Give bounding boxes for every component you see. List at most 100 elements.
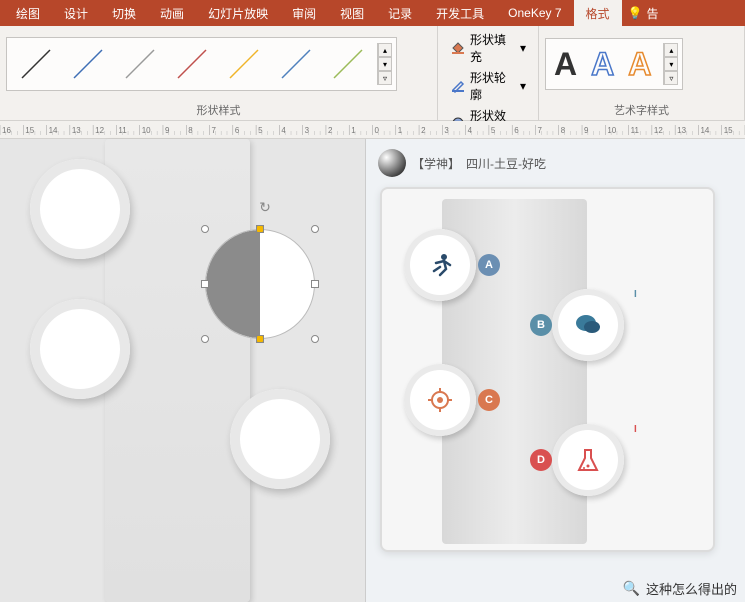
resize-handle-sw[interactable] [201, 335, 209, 343]
magnifier-icon[interactable]: 🔍 [623, 580, 640, 597]
lightbulb-icon: 💡 [628, 6, 643, 20]
svg-text:4: 4 [281, 126, 286, 135]
svg-text:7: 7 [537, 126, 542, 135]
svg-text:13: 13 [72, 126, 81, 135]
svg-text:2: 2 [421, 126, 426, 135]
ref-circle-b [552, 289, 624, 361]
tell-me[interactable]: 💡 告 [622, 5, 665, 22]
svg-text:5: 5 [258, 126, 263, 135]
wordart-style-2[interactable]: A [587, 44, 618, 85]
user-name: 四川-土豆-好吃 [466, 155, 546, 172]
chevron-down-icon: ▾ [520, 79, 526, 93]
gallery-down-icon[interactable]: ▾ [378, 57, 392, 71]
svg-text:6: 6 [514, 126, 519, 135]
gallery-more-icon[interactable]: ▿ [664, 71, 678, 85]
tab-review[interactable]: 审阅 [280, 0, 328, 26]
horizontal-ruler: 1615141312111098765432101234567891011121… [0, 121, 745, 139]
gallery-up-icon[interactable]: ▴ [664, 43, 678, 57]
shape-style-4[interactable] [167, 42, 217, 86]
ring-shape-2[interactable] [30, 299, 130, 399]
ref-label-a: A [478, 254, 500, 276]
tab-drawing[interactable]: 绘图 [4, 0, 52, 26]
svg-text:15: 15 [724, 126, 733, 135]
adjust-handle-top[interactable] [256, 225, 264, 233]
wordart-style-3[interactable]: A [624, 44, 655, 85]
gear-icon [426, 386, 454, 414]
svg-text:2: 2 [328, 126, 333, 135]
shape-style-7[interactable] [323, 42, 373, 86]
svg-text:16: 16 [2, 126, 11, 135]
gallery-up-icon[interactable]: ▴ [378, 43, 392, 57]
svg-text:3: 3 [444, 126, 449, 135]
svg-text:8: 8 [188, 126, 193, 135]
tab-record[interactable]: 记录 [376, 0, 424, 26]
canvas-area: ↻ 【学神】 四川-土豆-好吃 [0, 139, 745, 602]
ref-label-b: B [530, 314, 552, 336]
tab-transition[interactable]: 切换 [100, 0, 148, 26]
tab-design[interactable]: 设计 [52, 0, 100, 26]
svg-text:9: 9 [584, 126, 589, 135]
ref-circle-a [404, 229, 476, 301]
svg-text:10: 10 [142, 126, 151, 135]
shape-styles-label: 形状样式 [6, 100, 431, 120]
shape-style-1[interactable] [11, 42, 61, 86]
wordart-styles-label: 艺术字样式 [545, 100, 738, 120]
shape-outline-label: 形状轮廓 [470, 69, 516, 103]
ribbon-group-shape-options: 形状填充 ▾ 形状轮廓 ▾ 形状效果 ▾ [438, 26, 538, 120]
tab-animation[interactable]: 动画 [148, 0, 196, 26]
svg-text:11: 11 [118, 126, 127, 135]
svg-text:12: 12 [95, 126, 104, 135]
chat-header: 【学神】 四川-土豆-好吃 [366, 139, 745, 187]
shape-style-6[interactable] [271, 42, 321, 86]
shape-fill-label: 形状填充 [470, 31, 516, 65]
ref-text-b: I [634, 289, 637, 300]
shape-style-2[interactable] [63, 42, 113, 86]
resize-handle-w[interactable] [201, 280, 209, 288]
resize-handle-se[interactable] [311, 335, 319, 343]
svg-text:1: 1 [351, 126, 356, 135]
adjust-handle-bottom[interactable] [256, 335, 264, 343]
shape-outline-button[interactable]: 形状轮廓 ▾ [448, 68, 528, 104]
chat-bubble-icon [574, 311, 602, 339]
avatar [378, 149, 406, 177]
svg-text:7: 7 [212, 126, 217, 135]
shape-fill-button[interactable]: 形状填充 ▾ [448, 30, 528, 66]
ref-circle-c [404, 364, 476, 436]
ref-circle-d [552, 424, 624, 496]
slide-editing-area[interactable]: ↻ [0, 139, 365, 602]
ref-label-d: D [530, 449, 552, 471]
gallery-down-icon[interactable]: ▾ [664, 57, 678, 71]
ring-shape-3[interactable] [230, 389, 330, 489]
flask-icon [574, 446, 602, 474]
svg-text:11: 11 [631, 126, 640, 135]
tab-slideshow[interactable]: 幻灯片放映 [196, 0, 280, 26]
bottom-text: 这种怎么得出的 [646, 579, 737, 598]
wordart-style-1[interactable]: A [550, 44, 581, 85]
tab-format[interactable]: 格式 [574, 0, 622, 26]
shape-style-gallery[interactable]: ▴ ▾ ▿ [6, 37, 397, 91]
svg-text:0: 0 [375, 126, 380, 135]
tab-view[interactable]: 视图 [328, 0, 376, 26]
svg-text:9: 9 [165, 126, 170, 135]
wordart-gallery[interactable]: A A A ▴ ▾ ▿ [545, 38, 683, 90]
ring-shape-1[interactable] [30, 159, 130, 259]
selected-shape[interactable]: ↻ [205, 229, 325, 349]
wordart-gallery-scroll: ▴ ▾ ▿ [663, 43, 678, 85]
resize-handle-e[interactable] [311, 280, 319, 288]
pen-icon [450, 77, 466, 96]
tab-developer[interactable]: 开发工具 [424, 0, 496, 26]
gallery-scroll: ▴ ▾ ▿ [377, 43, 392, 85]
shape-style-3[interactable] [115, 42, 165, 86]
rotate-handle-icon[interactable]: ↻ [259, 199, 271, 216]
svg-text:6: 6 [235, 126, 240, 135]
resize-handle-ne[interactable] [311, 225, 319, 233]
tab-onekey[interactable]: OneKey 7 [496, 0, 573, 26]
svg-text:1: 1 [398, 126, 403, 135]
svg-text:10: 10 [607, 126, 616, 135]
resize-handle-nw[interactable] [201, 225, 209, 233]
ref-label-c: C [478, 389, 500, 411]
shape-style-5[interactable] [219, 42, 269, 86]
reference-panel: 【学神】 四川-土豆-好吃 A B I C D [365, 139, 745, 602]
gallery-more-icon[interactable]: ▿ [378, 71, 392, 85]
selected-circle[interactable] [205, 229, 315, 339]
